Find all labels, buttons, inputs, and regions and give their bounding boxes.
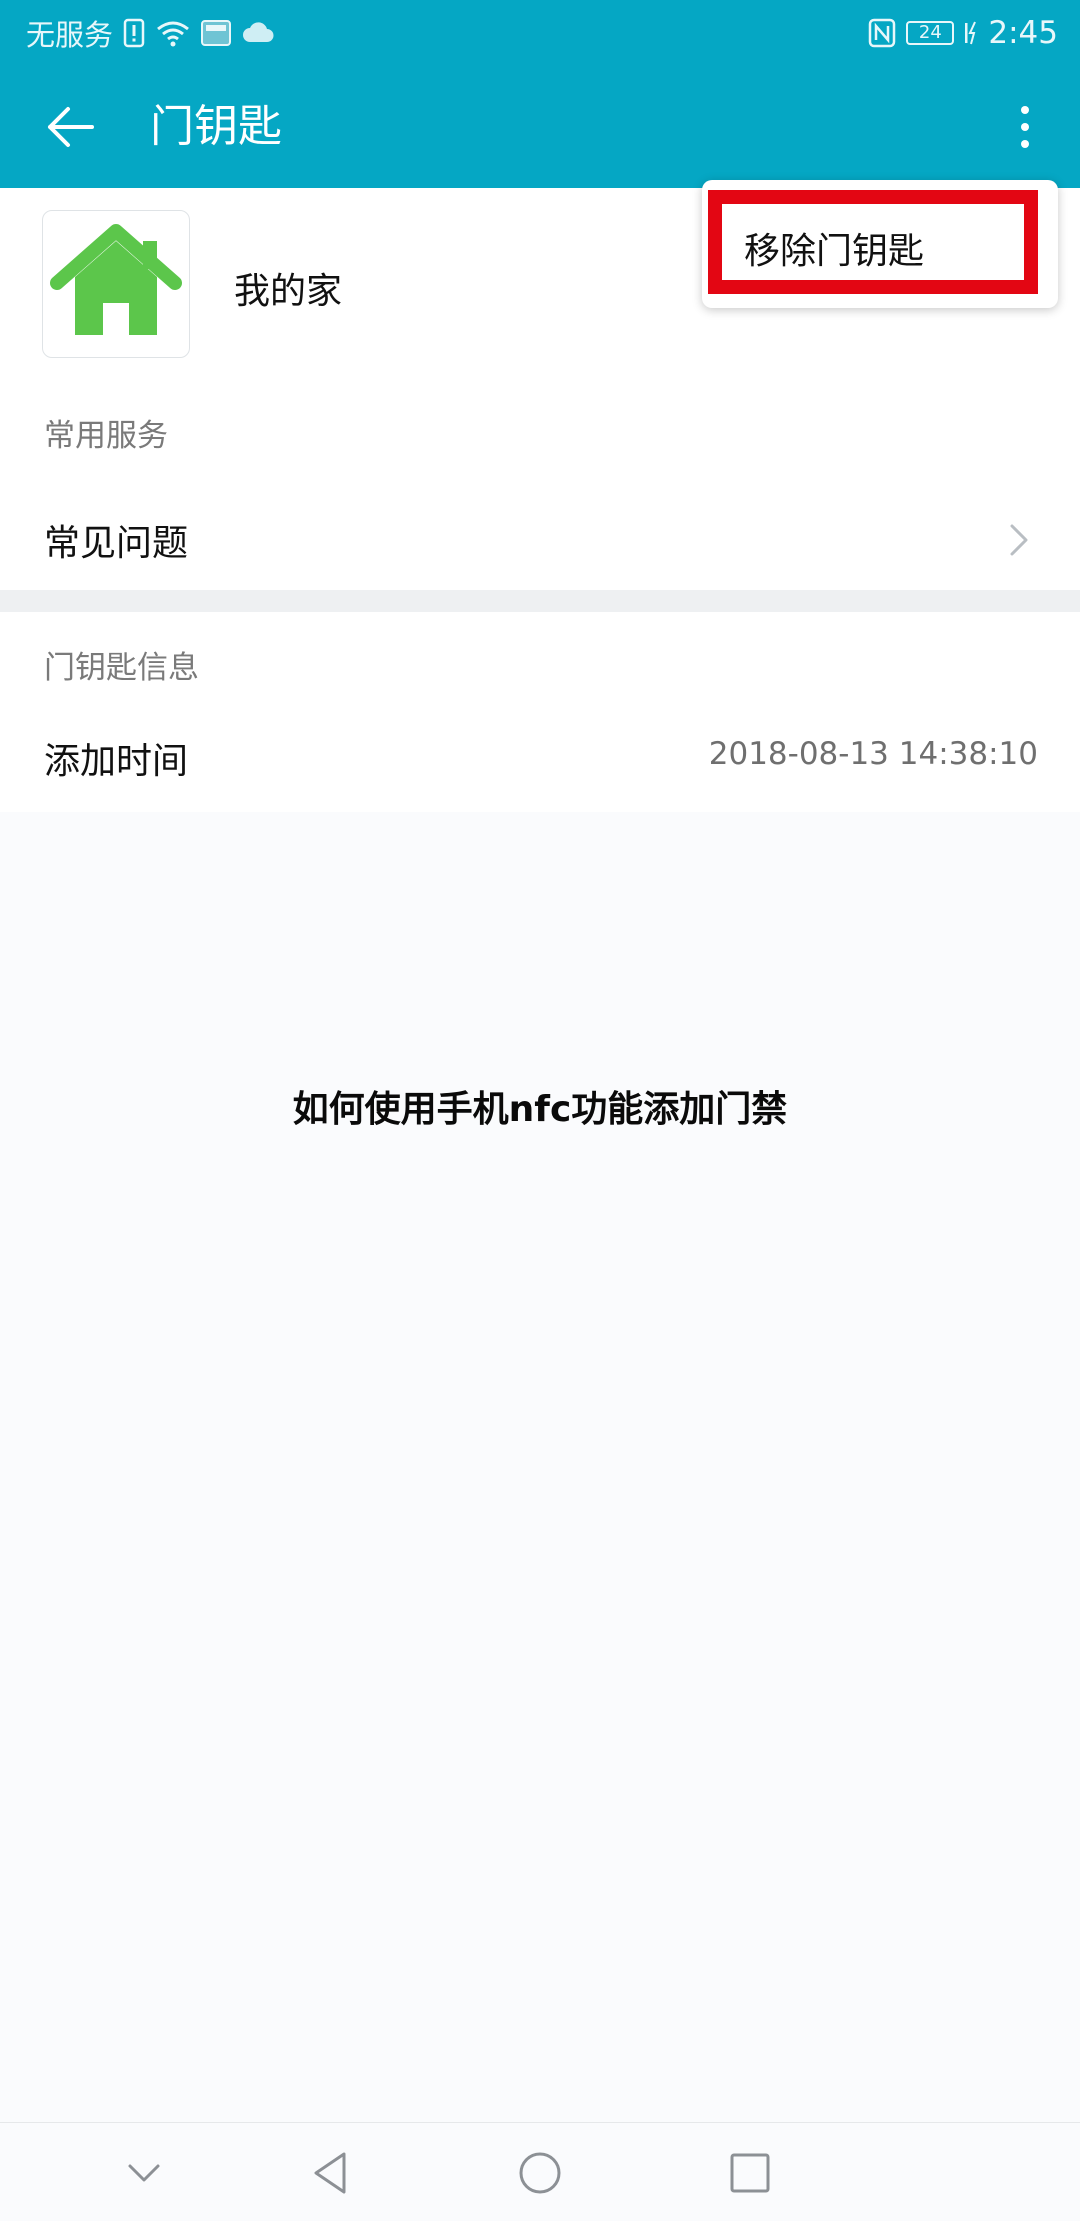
overlay-caption: 如何使用手机nfc功能添加门禁 <box>292 1089 788 1130</box>
status-left: 无服务 <box>26 12 275 54</box>
square-recents-icon <box>730 2153 770 2193</box>
sim-alert-icon <box>123 18 145 48</box>
section-title-key-info: 门钥匙信息 <box>44 650 199 686</box>
more-vert-icon-dot <box>1021 140 1029 148</box>
carrier-label: 无服务 <box>26 18 114 52</box>
house-icon-tile <box>42 210 190 358</box>
system-nav-bar <box>0 2122 1080 2221</box>
back-button[interactable] <box>40 96 102 158</box>
status-bar: 无服务 24 2:45 <box>0 0 1080 66</box>
section-divider <box>0 590 1080 612</box>
key-info-section: 门钥匙信息 添加时间 2018-08-13 14:38:10 <box>0 612 1080 812</box>
chevron-right-icon <box>1010 524 1028 556</box>
wifi-icon <box>155 18 191 48</box>
more-vert-icon-dot <box>1021 123 1029 131</box>
more-options-button[interactable] <box>1000 96 1050 158</box>
list-item-faq[interactable]: 常见问题 <box>0 490 1080 590</box>
status-right: 24 2:45 <box>868 12 1058 54</box>
section-title-common-services: 常用服务 <box>44 418 168 454</box>
menu-item-remove-key[interactable]: 移除门钥匙 <box>744 222 924 274</box>
app-bar: 门钥匙 <box>0 66 1080 188</box>
nav-back-button[interactable] <box>300 2145 360 2201</box>
clock: 2:45 <box>988 15 1058 51</box>
battery-icon: 24 <box>906 21 955 45</box>
page-title: 门钥匙 <box>150 101 282 152</box>
key-name: 我的家 <box>234 271 343 312</box>
back-arrow-icon <box>48 107 94 147</box>
triangle-back-icon <box>314 2152 346 2194</box>
more-vert-icon <box>1021 106 1029 114</box>
chevron-down-icon <box>128 2164 160 2182</box>
circle-home-icon <box>519 2152 561 2194</box>
house-icon <box>50 224 182 335</box>
nav-recents-button[interactable] <box>720 2145 780 2201</box>
faq-label: 常见问题 <box>44 523 189 564</box>
nav-collapse-button[interactable] <box>114 2145 174 2201</box>
added-time-label: 添加时间 <box>44 741 189 782</box>
wallet-icon <box>201 20 232 46</box>
charging-icon <box>964 20 978 46</box>
nfc-icon <box>868 18 896 48</box>
added-time-value: 2018-08-13 14:38:10 <box>708 736 1038 772</box>
cloud-icon <box>241 21 275 45</box>
nav-home-button[interactable] <box>510 2145 570 2201</box>
